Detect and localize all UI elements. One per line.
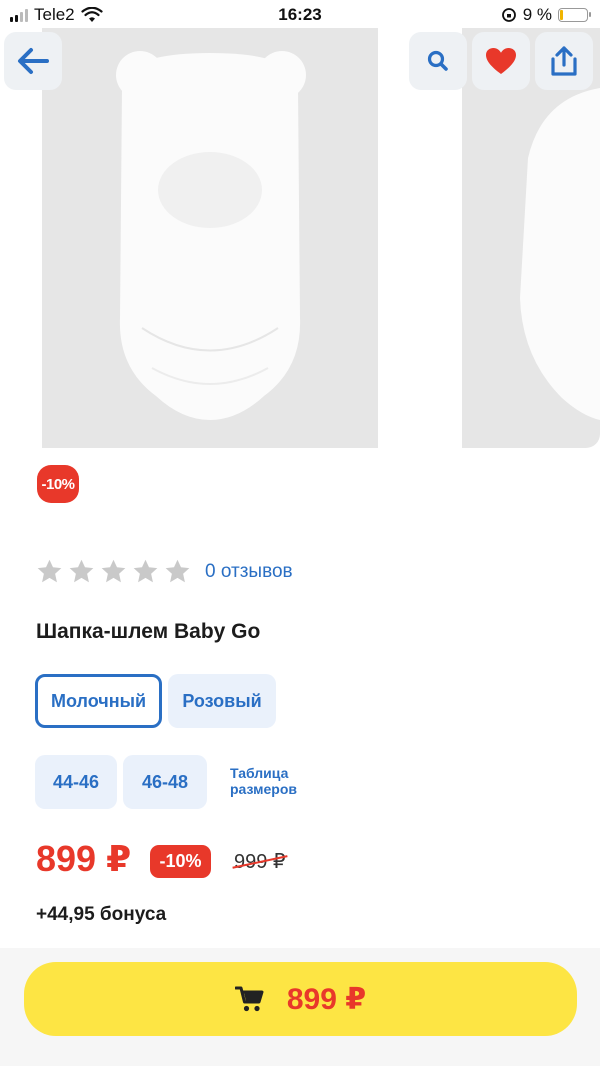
search-icon <box>427 50 448 71</box>
discount-badge: -10% <box>37 465 79 503</box>
size-table-link[interactable]: Таблица размеров <box>230 765 320 797</box>
rating[interactable]: 0 отзывов <box>36 558 293 585</box>
rating-stars <box>36 558 191 585</box>
orientation-lock-icon <box>501 8 516 22</box>
product-photo[interactable] <box>42 28 378 448</box>
share-button[interactable] <box>535 32 593 90</box>
product-photo-next[interactable] <box>462 28 600 448</box>
color-option-milky[interactable]: Молочный <box>35 674 162 728</box>
balaclava-image-partial <box>520 88 600 420</box>
heart-icon <box>486 48 516 74</box>
product-gallery[interactable] <box>0 28 600 448</box>
size-option-44-46[interactable]: 44-46 <box>35 755 117 809</box>
star-icon <box>101 559 126 583</box>
battery-percent: 9 % <box>522 5 552 24</box>
balaclava-image <box>116 51 306 420</box>
buy-button-price: 899 ₽ <box>286 982 367 1016</box>
status-bar: Tele2 16:23 9 % <box>0 0 600 30</box>
old-price: 999 ₽ <box>234 851 286 873</box>
color-option-pink[interactable]: Розовый <box>168 674 276 728</box>
bonus-points: +44,95 бонуса <box>36 904 167 925</box>
star-icon <box>37 559 62 583</box>
star-icon <box>165 559 190 583</box>
share-icon <box>551 46 577 76</box>
size-option-46-48[interactable]: 46-48 <box>123 755 207 809</box>
add-to-cart-button[interactable]: 899 ₽ <box>24 962 577 1036</box>
product-title: Шапка-шлем Baby Go <box>36 620 261 643</box>
price-discount-badge: -10% <box>150 845 211 878</box>
current-price: 899 ₽ <box>36 838 132 879</box>
reviews-link[interactable]: 0 отзывов <box>205 561 293 583</box>
cart-icon <box>234 986 264 1012</box>
star-icon <box>133 559 158 583</box>
battery-icon <box>558 8 591 22</box>
back-arrow-icon <box>18 48 49 74</box>
search-button[interactable] <box>409 32 467 90</box>
favorite-button[interactable] <box>472 32 530 90</box>
back-button[interactable] <box>4 32 62 90</box>
star-icon <box>69 559 94 583</box>
status-right: 9 % <box>501 5 591 25</box>
